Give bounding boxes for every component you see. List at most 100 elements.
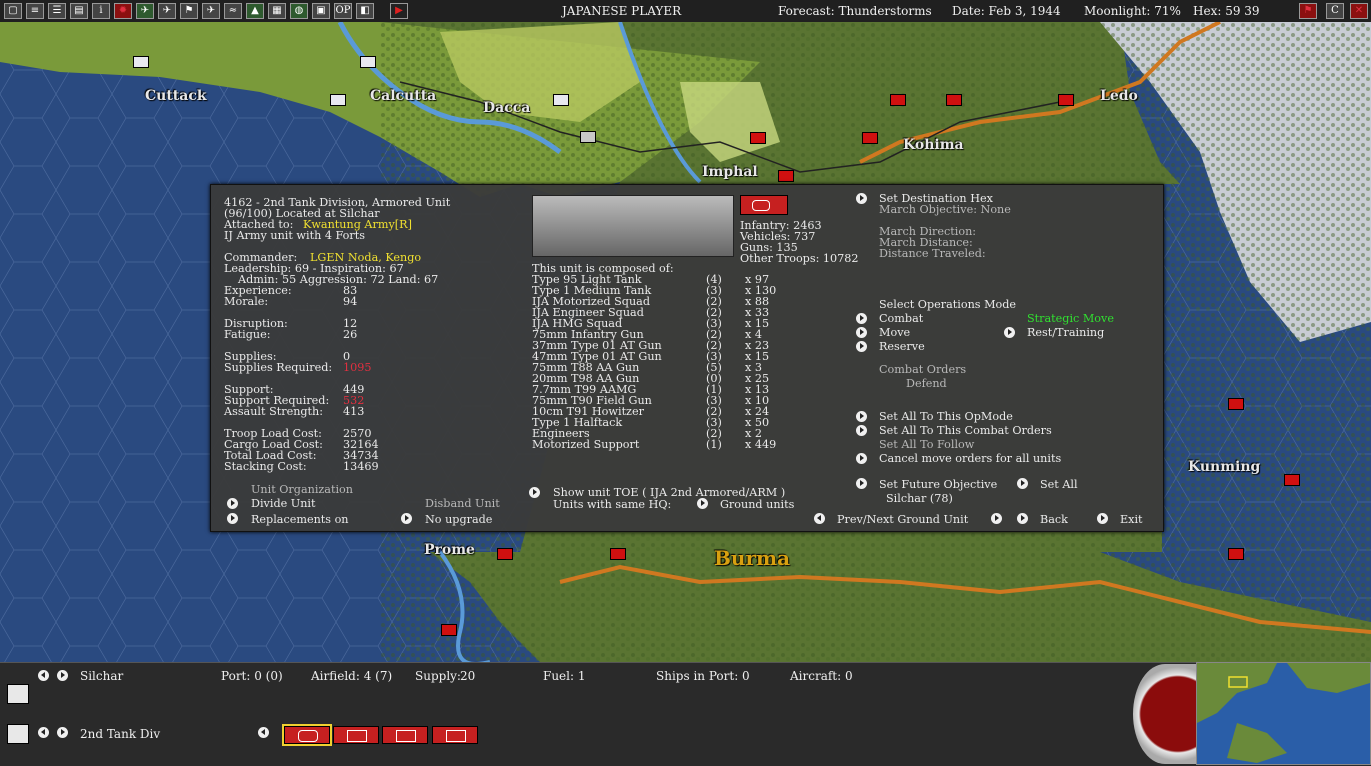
replacements-arrow-icon[interactable] (227, 513, 238, 524)
next-unit-bar-arrow-icon[interactable] (57, 727, 68, 738)
allied-unit-counter[interactable] (580, 131, 596, 143)
set-destination-arrow-icon[interactable] (856, 193, 867, 204)
intel-icon[interactable]: i (92, 3, 110, 19)
japanese-unit-counter[interactable] (1228, 548, 1244, 560)
japanese-unit-counter[interactable] (862, 132, 878, 144)
menu-icon[interactable]: ▢ (4, 3, 22, 19)
play-icon[interactable]: ▶ (390, 3, 408, 19)
set-future-arrow-icon[interactable] (856, 478, 867, 489)
japanese-unit-counter[interactable] (778, 170, 794, 182)
replacements-toggle[interactable]: Replacements on (251, 514, 349, 525)
japanese-unit-counter[interactable] (1284, 474, 1300, 486)
list-icon[interactable]: ☰ (48, 3, 66, 19)
minimap[interactable] (1196, 662, 1371, 765)
close-icon[interactable]: ✕ (1350, 3, 1368, 19)
japanese-unit-counter[interactable] (1228, 398, 1244, 410)
combat-mode-button[interactable]: Combat (879, 313, 923, 324)
set-all-opmode-button[interactable]: Set All To This OpMode (879, 411, 1013, 422)
reserve-mode-button[interactable]: Reserve (879, 341, 925, 352)
base-name[interactable]: Silchar (80, 669, 123, 683)
plane-icon[interactable]: ✈ (202, 3, 220, 19)
move-mode-button[interactable]: Move (879, 327, 910, 338)
database-icon[interactable]: ▤ (70, 3, 88, 19)
exit-arrow-icon[interactable] (1097, 513, 1108, 524)
info-screen-icon[interactable]: ≡ (26, 3, 44, 19)
strategic-move-button[interactable]: Strategic Move (1027, 313, 1114, 324)
japanese-unit-counter[interactable] (890, 94, 906, 106)
minimize-icon[interactable]: C (1326, 3, 1344, 19)
infantry-unit-tile[interactable] (382, 726, 428, 744)
selected-unit-name[interactable]: 2nd Tank Div (80, 727, 160, 741)
rest-arrow-icon[interactable] (1004, 327, 1015, 338)
combat-arrow-icon[interactable] (856, 313, 867, 324)
move-arrow-icon[interactable] (856, 327, 867, 338)
allied-unit-counter[interactable] (360, 56, 376, 68)
show-toe-button[interactable]: Show unit TOE ( IJA 2nd Armored/ARM ) (553, 487, 785, 498)
rest-training-button[interactable]: Rest/Training (1027, 327, 1104, 338)
set-all-combat-arrow-icon[interactable] (856, 425, 867, 436)
allied-unit-counter[interactable] (133, 56, 149, 68)
prev-base-arrow-icon[interactable] (38, 670, 49, 681)
infantry-unit-tile[interactable] (333, 726, 379, 744)
same-hq-filter[interactable]: Ground units (720, 499, 794, 510)
aircraft-info: Aircraft: 0 (790, 669, 853, 683)
report-icon[interactable]: ▣ (312, 3, 330, 19)
japan-flag-icon[interactable]: ✹ (114, 3, 132, 19)
back-arrow-icon[interactable] (1017, 513, 1028, 524)
supply-label: Supply: (415, 669, 461, 683)
air-mission-icon[interactable] (7, 684, 29, 704)
flag-icon[interactable] (7, 724, 29, 744)
japanese-unit-counter[interactable] (1058, 94, 1074, 106)
production-icon[interactable]: ▦ (268, 3, 286, 19)
set-future-objective-button[interactable]: Set Future Objective (879, 479, 997, 490)
airfield-info: Airfield: 4 (7) (311, 669, 393, 683)
japanese-unit-counter[interactable] (610, 548, 626, 560)
ship-icon[interactable]: ≈ (224, 3, 242, 19)
japanese-unit-counter[interactable] (497, 548, 513, 560)
save-icon[interactable]: ◧ (356, 3, 374, 19)
aircraft-blue-icon[interactable]: ✈ (158, 3, 176, 19)
exit-button[interactable]: Exit (1120, 514, 1143, 525)
cancel-move-button[interactable]: Cancel move orders for all units (879, 453, 1061, 464)
base-flag-icon[interactable]: ⚑ (180, 3, 198, 19)
land-unit-icon[interactable]: ▲ (246, 3, 264, 19)
globe-icon[interactable]: ◍ (290, 3, 308, 19)
japan-flag-status-icon[interactable]: ⚑ (1299, 3, 1317, 19)
scroll-units-left-icon[interactable] (258, 727, 269, 738)
map-label-kunming: Kunming (1188, 459, 1261, 475)
back-button[interactable]: Back (1040, 514, 1068, 525)
upgrade-arrow-icon[interactable] (401, 513, 412, 524)
top-toolbar: ▢ ≡ ☰ ▤ i ✹ ✈ ✈ ⚑ ✈ ≈ ▲ ▦ ◍ ▣ OP ◧ ▶ JAP… (0, 0, 1371, 23)
supply-value: 20 (460, 669, 476, 683)
allied-unit-counter[interactable] (553, 94, 569, 106)
set-all-arrow-icon[interactable] (1017, 478, 1028, 489)
japanese-unit-counter[interactable] (750, 132, 766, 144)
next-unit-arrow-icon[interactable] (991, 513, 1002, 524)
same-hq-arrow-icon[interactable] (697, 498, 708, 509)
aircraft-red-icon[interactable]: ✈ (136, 3, 154, 19)
armor-unit-tile[interactable] (282, 724, 332, 746)
set-all-combat-button[interactable]: Set All To This Combat Orders (879, 425, 1052, 436)
set-all-button[interactable]: Set All (1040, 479, 1078, 490)
divide-unit-button[interactable]: Divide Unit (251, 498, 316, 509)
prev-unit-bar-arrow-icon[interactable] (38, 727, 49, 738)
prev-unit-arrow-icon[interactable] (814, 513, 825, 524)
combat-orders-header: Combat Orders (879, 363, 967, 376)
reserve-arrow-icon[interactable] (856, 341, 867, 352)
stat-value: 413 (343, 405, 365, 418)
infantry-unit-tile[interactable] (432, 726, 478, 744)
divide-unit-arrow-icon[interactable] (227, 498, 238, 509)
upgrade-toggle[interactable]: No upgrade (425, 514, 492, 525)
allied-unit-counter[interactable] (330, 94, 346, 106)
date-label: Date: Feb 3, 1944 (952, 4, 1061, 18)
show-toe-arrow-icon[interactable] (529, 487, 540, 498)
japanese-unit-counter[interactable] (946, 94, 962, 106)
cancel-move-arrow-icon[interactable] (856, 453, 867, 464)
set-all-opmode-arrow-icon[interactable] (856, 411, 867, 422)
next-base-arrow-icon[interactable] (57, 670, 68, 681)
device-name: Motorized Support (532, 438, 640, 451)
op-report-icon[interactable]: OP (334, 3, 352, 19)
japanese-unit-counter[interactable] (441, 624, 457, 636)
compass-dial[interactable] (1133, 664, 1197, 764)
device-need: (1) (706, 438, 722, 451)
